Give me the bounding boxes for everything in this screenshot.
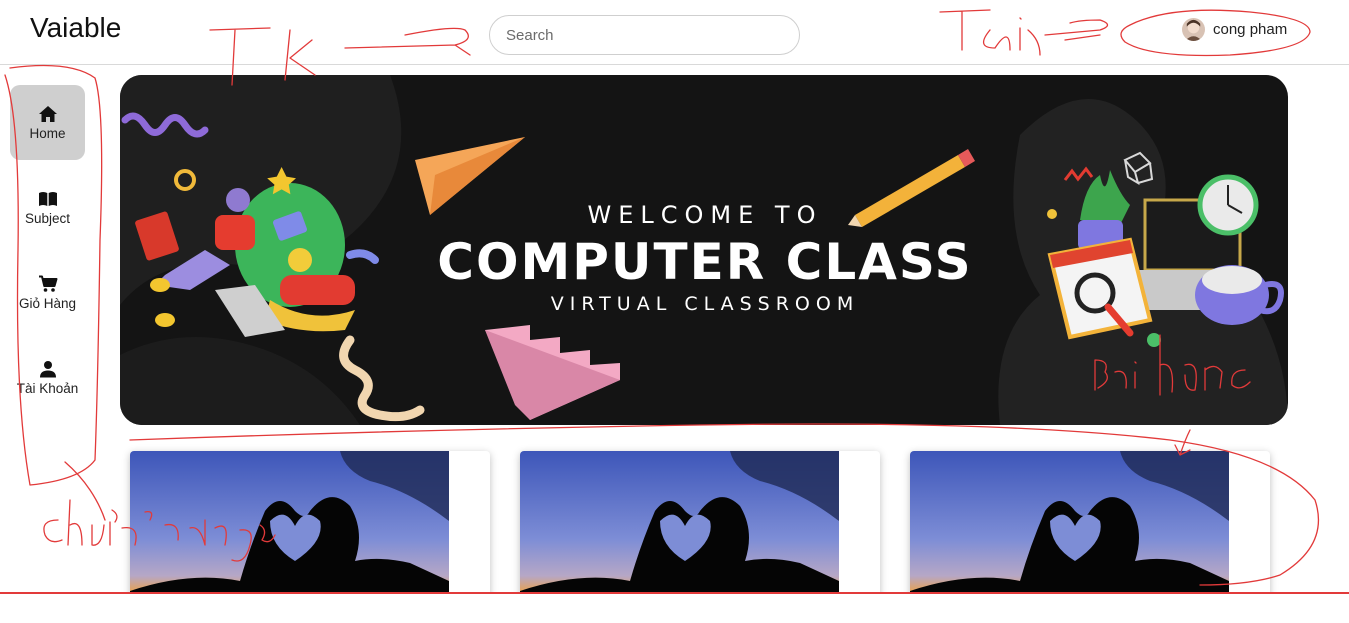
search-input[interactable] [489,15,800,55]
user-menu[interactable]: cong pham [1182,17,1287,41]
home-icon [38,105,57,122]
heart-hands-sunset-image [130,451,449,611]
hero-banner: WELCOME TO COMPUTER CLASS VIRTUAL CLASSR… [120,75,1288,425]
user-name: cong pham [1213,20,1288,38]
sidebar-item-label: Subject [24,210,71,226]
annotation-arrow-chucnang [64,461,106,521]
page-bottom [0,594,1349,623]
course-card[interactable] [130,451,490,611]
sidebar-item-label: Giỏ Hàng [18,295,77,311]
banner-welcome: WELCOME TO [587,201,823,229]
course-card[interactable] [910,451,1270,611]
sidebar-item-label: Home [29,125,66,141]
person-icon [39,360,56,377]
bottom-divider [0,592,1349,594]
sidebar-item-label: Tài Khoản [16,380,79,396]
brand-logo[interactable]: Vaiable [30,12,121,44]
avatar [1182,17,1205,41]
cart-icon [38,275,57,292]
sidebar-item-subject[interactable]: Subject [10,170,85,245]
sidebar-item-account[interactable]: Tài Khoản [10,340,85,415]
course-card[interactable] [520,451,880,611]
banner-headline: COMPUTER CLASS [437,233,973,291]
sidebar-item-cart[interactable]: Giỏ Hàng [10,255,85,330]
page: Vaiable cong pham Home Subject [0,0,1349,623]
top-header: Vaiable cong pham [0,0,1349,65]
book-icon [38,191,57,206]
heart-hands-sunset-image [910,451,1229,611]
sidebar: Home Subject Giỏ Hàng Tài Khoản [10,85,85,425]
heart-hands-sunset-image [520,451,839,611]
sidebar-item-home[interactable]: Home [10,85,85,160]
banner-subline: VIRTUAL CLASSROOM [550,293,860,315]
